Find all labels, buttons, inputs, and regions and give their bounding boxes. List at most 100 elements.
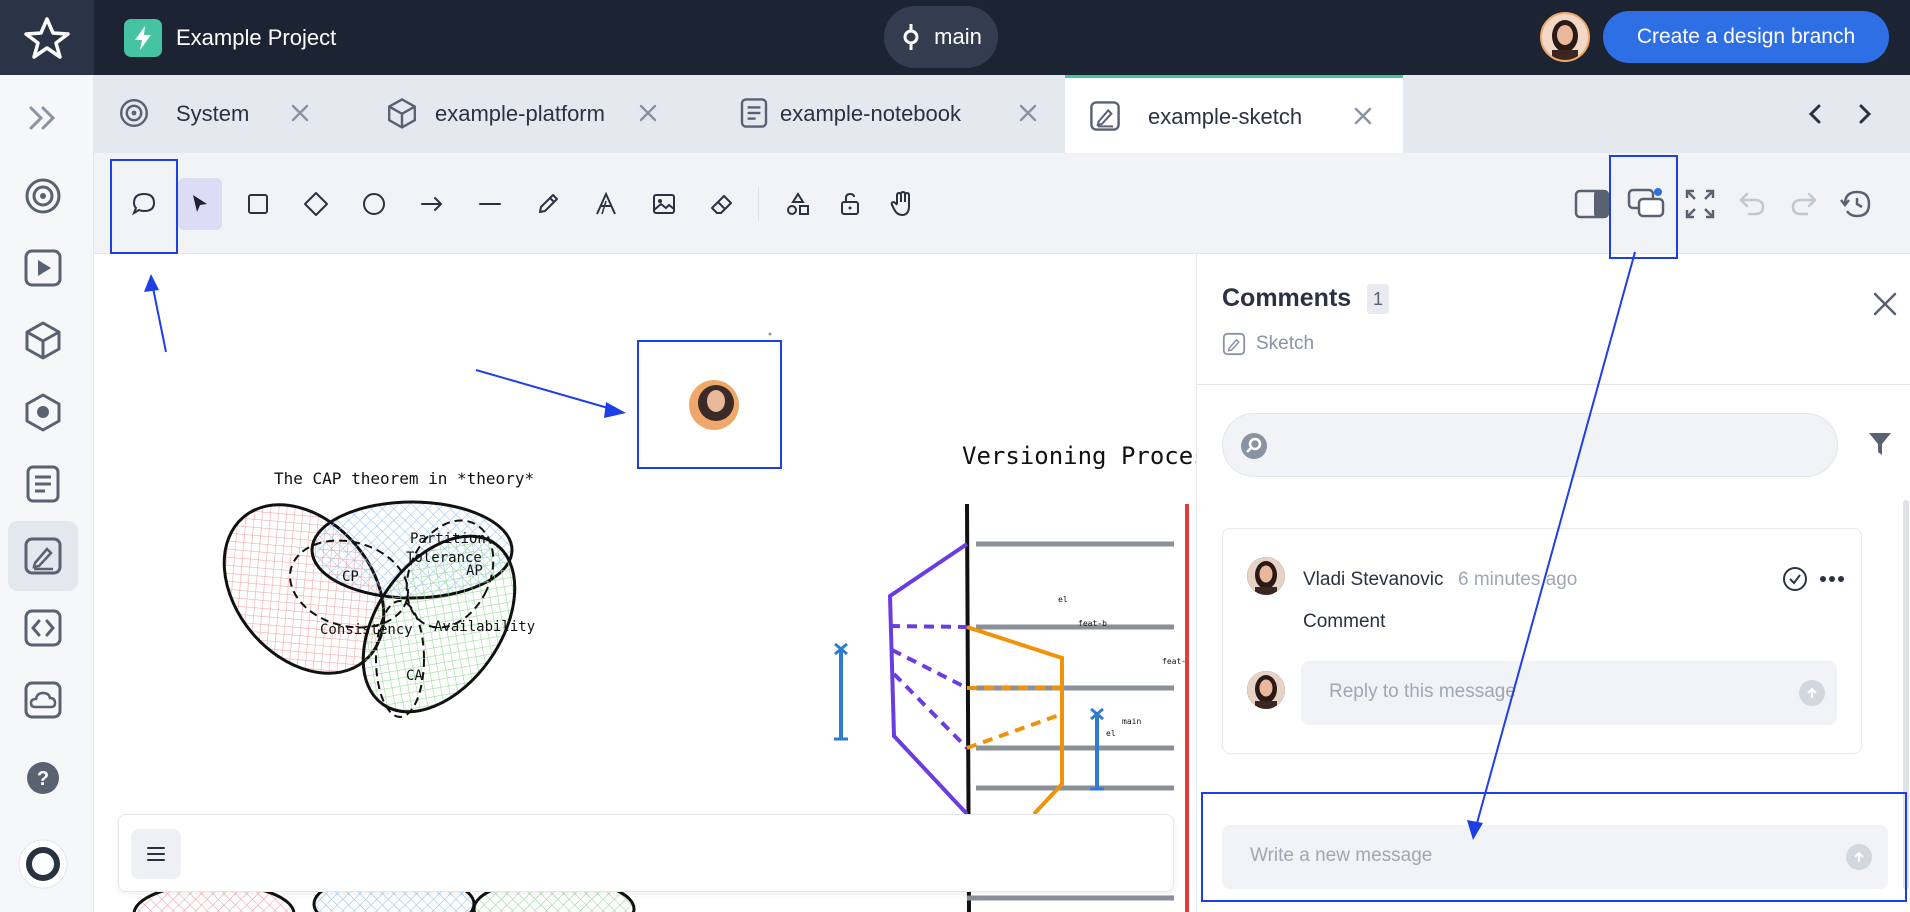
close-icon[interactable] (1014, 99, 1042, 127)
filter-icon[interactable] (1867, 430, 1893, 458)
fullscreen-button[interactable] (1678, 178, 1722, 230)
diamond-tool[interactable] (294, 178, 338, 230)
comment-tool[interactable] (122, 178, 166, 230)
shapes-library-tool[interactable] (776, 178, 820, 230)
rectangle-icon (248, 194, 268, 214)
select-tool[interactable] (178, 178, 222, 230)
play-icon (24, 249, 62, 287)
tab-system[interactable]: System (94, 75, 334, 153)
tab-example-sketch[interactable]: example-sketch (1065, 75, 1403, 153)
cap-label: Availability (434, 619, 535, 635)
resolve-check-icon[interactable] (1781, 565, 1809, 593)
eraser-tool[interactable] (700, 178, 744, 230)
close-icon[interactable] (634, 99, 662, 127)
lock-tool[interactable] (828, 178, 872, 230)
line-tool[interactable] (468, 178, 512, 230)
branch-label: feat-b (1078, 619, 1107, 628)
user-avatar[interactable] (1540, 12, 1590, 62)
sketch-icon (24, 537, 62, 575)
rail-item-cloud[interactable] (8, 665, 78, 735)
eraser-icon (711, 195, 732, 214)
history-button[interactable] (1834, 178, 1878, 230)
text-tool[interactable] (584, 178, 628, 230)
pencil-tool[interactable] (526, 178, 570, 230)
close-icon[interactable] (286, 99, 314, 127)
tab-bar: System example-platform example-notebook… (94, 75, 1910, 153)
support-button[interactable] (8, 829, 78, 899)
cap-label: AP (466, 563, 483, 579)
top-bar: Example Project main Create a design bra… (0, 0, 1910, 75)
more-options-icon[interactable] (1819, 575, 1845, 583)
project-selector[interactable]: Example Project (124, 19, 336, 57)
branch-selector[interactable]: main (884, 6, 998, 68)
rail-item-notebook[interactable] (8, 449, 78, 519)
cap-label: CP (342, 569, 359, 585)
rail-item-system[interactable] (8, 161, 78, 231)
comment-thread[interactable]: Vladi Stevanovic 6 minutes ago Comment (1222, 528, 1862, 754)
rectangle-tool[interactable] (236, 178, 280, 230)
ellipse-tool[interactable] (352, 178, 396, 230)
expand-sidebar-button[interactable] (8, 83, 78, 153)
avatar (1247, 557, 1285, 595)
tab-label: System (176, 101, 250, 126)
comments-context-label: Sketch (1256, 333, 1315, 354)
branch-name: main (934, 24, 982, 49)
branch-label: el (1106, 729, 1116, 738)
scrollbar[interactable] (1903, 500, 1909, 890)
help-button[interactable]: ? (8, 743, 78, 813)
hexagon-icon (25, 393, 61, 432)
rail-item-sketch[interactable] (8, 521, 78, 591)
close-icon[interactable] (1349, 102, 1377, 130)
svg-text:?: ? (37, 768, 49, 790)
menu-button[interactable] (131, 829, 181, 879)
tabs-next-button[interactable] (1850, 99, 1880, 129)
branch-label: el (1058, 595, 1068, 604)
send-icon[interactable] (1799, 680, 1825, 706)
send-icon[interactable] (1846, 844, 1872, 870)
new-message-field[interactable] (1222, 825, 1888, 889)
cube-icon (25, 321, 61, 360)
reply-field[interactable] (1301, 661, 1837, 725)
undo-icon (1739, 192, 1765, 216)
system-icon (120, 99, 148, 127)
lifebuoy-icon (18, 839, 68, 889)
bolt-icon (124, 19, 162, 57)
create-design-branch-button[interactable]: Create a design branch (1603, 11, 1889, 63)
hand-icon (890, 191, 910, 216)
image-tool[interactable] (642, 178, 686, 230)
app-logo[interactable] (0, 0, 94, 75)
toolbar-divider (758, 187, 759, 221)
arrow-tool[interactable] (410, 178, 454, 230)
close-icon[interactable] (1871, 290, 1899, 318)
new-message-input[interactable] (1250, 845, 1810, 867)
tabs-prev-button[interactable] (1800, 99, 1830, 129)
rail-item-play[interactable] (8, 233, 78, 303)
tab-label: example-platform (435, 101, 605, 126)
cap-label: Partition (410, 531, 486, 547)
versioning-title: Versioning Process (962, 442, 1196, 470)
reply-input[interactable] (1329, 681, 1769, 703)
pencil-icon (539, 194, 558, 213)
hand-tool[interactable] (880, 178, 924, 230)
history-icon (1840, 190, 1871, 218)
comments-context: Sketch (1222, 332, 1314, 356)
cap-label: CA (406, 668, 423, 684)
tab-example-notebook[interactable]: example-notebook (714, 75, 1044, 153)
rail-item-code[interactable] (8, 593, 78, 663)
cloud-icon (24, 681, 62, 719)
rail-item-hexagon[interactable] (8, 377, 78, 447)
comment-body: Comment (1303, 611, 1386, 632)
undo-button[interactable] (1730, 178, 1774, 230)
redo-button[interactable] (1782, 178, 1826, 230)
comments-toggle-button[interactable] (1624, 178, 1668, 230)
comments-search[interactable] (1222, 413, 1838, 477)
unlock-icon (841, 192, 859, 215)
tab-example-platform[interactable]: example-platform (362, 75, 682, 153)
rail-item-platform[interactable] (8, 305, 78, 375)
sketch-icon (1090, 101, 1120, 131)
help-icon: ? (27, 762, 59, 794)
sidebar-toggle-button[interactable] (1570, 178, 1614, 230)
system-icon (25, 178, 61, 214)
notebook-icon (740, 98, 768, 128)
search-input[interactable] (1289, 432, 1809, 454)
